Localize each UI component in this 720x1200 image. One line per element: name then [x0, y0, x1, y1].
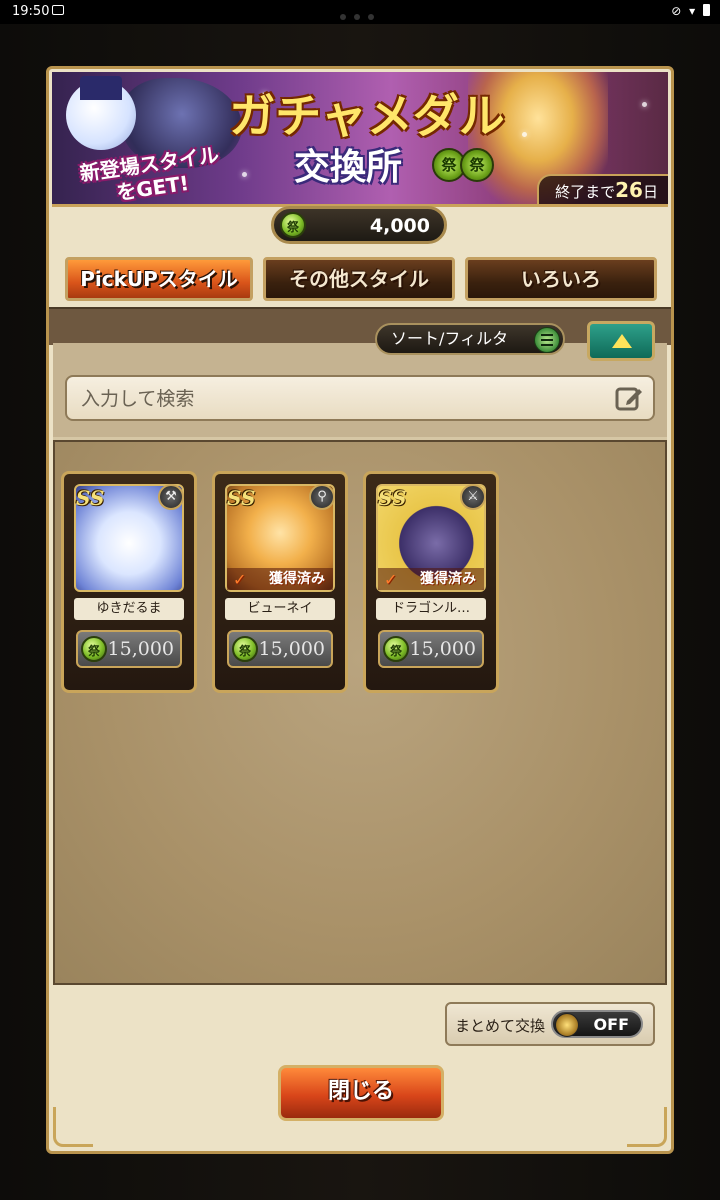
check-icon: ✓: [384, 570, 398, 589]
mute-icon: ⊘: [671, 4, 684, 18]
character-name: ドラゴンル…: [376, 598, 486, 620]
banner-subtitle: 交換所: [294, 146, 403, 188]
bulk-exchange-toggle[interactable]: OFF: [551, 1010, 643, 1038]
clock: 19:50: [12, 4, 50, 19]
filter-bar: [49, 307, 671, 345]
price-tag: 祭 15,000: [76, 630, 182, 668]
sort-filter-button[interactable]: ソート/フィルタ: [375, 323, 565, 355]
frame-ornament: [627, 1107, 667, 1147]
staff-icon: ⚲: [309, 484, 335, 510]
triangle-up-icon: [612, 334, 632, 348]
owned-text: 獲得済み: [269, 571, 325, 587]
close-button[interactable]: 閉じる: [278, 1065, 444, 1121]
price-value: 15,000: [409, 638, 476, 660]
owned-label: ✓ 獲得済み: [227, 568, 333, 590]
price-value: 15,000: [107, 638, 174, 660]
toggle-knob: [555, 1013, 579, 1037]
sparkle: [642, 102, 647, 107]
rank-badge: SS: [378, 486, 407, 510]
medal-icon: 祭: [232, 636, 258, 662]
tab-misc[interactable]: いろいろ: [465, 257, 657, 301]
style-card[interactable]: SS ⚔ ✓ 獲得済み ドラゴンル… 祭 15,000: [363, 471, 499, 693]
search-box[interactable]: [65, 375, 655, 421]
hammer-icon: ⚒: [158, 484, 184, 510]
remaining-suffix: 日: [642, 183, 658, 201]
owned-text: 獲得済み: [420, 571, 476, 587]
owned-label: ✓ 獲得済み: [378, 568, 484, 590]
style-card[interactable]: SS ⚲ ✓ 獲得済み ビューネイ 祭 15,000: [212, 471, 348, 693]
medal-icon: 祭: [460, 148, 494, 182]
check-icon: ✓: [233, 570, 247, 589]
banner-title: ガチャメダル: [229, 89, 505, 143]
camera-notification-icon: [52, 5, 64, 15]
event-banner[interactable]: ガチャメダル 交換所 祭 祭 新登場スタイル をGET! 終了まで26日: [52, 72, 668, 207]
edit-icon[interactable]: [615, 385, 643, 413]
frame-ornament: [53, 1107, 93, 1147]
medal-icon: 祭: [81, 636, 107, 662]
price-tag: 祭 15,000: [227, 630, 333, 668]
price-tag: 祭 15,000: [378, 630, 484, 668]
system-icons: ⊘ ▾: [671, 4, 710, 18]
toggle-state: OFF: [593, 1015, 629, 1034]
medal-icon: 祭: [383, 636, 409, 662]
status-bar: 19:50 ⊘ ▾: [0, 0, 720, 24]
tab-pickup-style[interactable]: PickUPスタイル: [65, 257, 253, 301]
snowman-hat-artwork: [80, 76, 122, 100]
search-input[interactable]: [79, 383, 603, 415]
medal-balance-value: 4,000: [369, 215, 430, 237]
remaining-days: 26: [615, 178, 643, 202]
sort-filter-label: ソート/フィルタ: [391, 329, 509, 348]
wifi-icon: ▾: [689, 4, 698, 18]
bulk-exchange-control: まとめて交換 OFF: [445, 1002, 655, 1046]
medal-icon: 祭: [280, 212, 306, 238]
price-value: 15,000: [258, 638, 325, 660]
page-dots: [340, 9, 382, 24]
medal-balance: 祭 4,000: [271, 206, 447, 244]
collapse-up-button[interactable]: [587, 321, 655, 361]
character-name: ビューネイ: [225, 598, 335, 620]
exchange-dialog: ガチャメダル 交換所 祭 祭 新登場スタイル をGET! 終了まで26日 祭 4…: [46, 66, 674, 1154]
battery-icon: [703, 4, 710, 16]
character-name: ゆきだるま: [74, 598, 184, 620]
bulk-exchange-label: まとめて交換: [455, 1017, 546, 1035]
tab-other-style[interactable]: その他スタイル: [263, 257, 455, 301]
style-card[interactable]: SS ⚒ ゆきだるま 祭 15,000: [61, 471, 197, 693]
rank-badge: SS: [227, 486, 256, 510]
sparkle: [242, 172, 247, 177]
remaining-time-badge: 終了まで26日: [537, 174, 668, 204]
menu-icon: [534, 327, 560, 353]
remaining-prefix: 終了まで: [555, 183, 616, 201]
rank-badge: SS: [76, 486, 105, 510]
axe-icon: ⚔: [460, 484, 486, 510]
